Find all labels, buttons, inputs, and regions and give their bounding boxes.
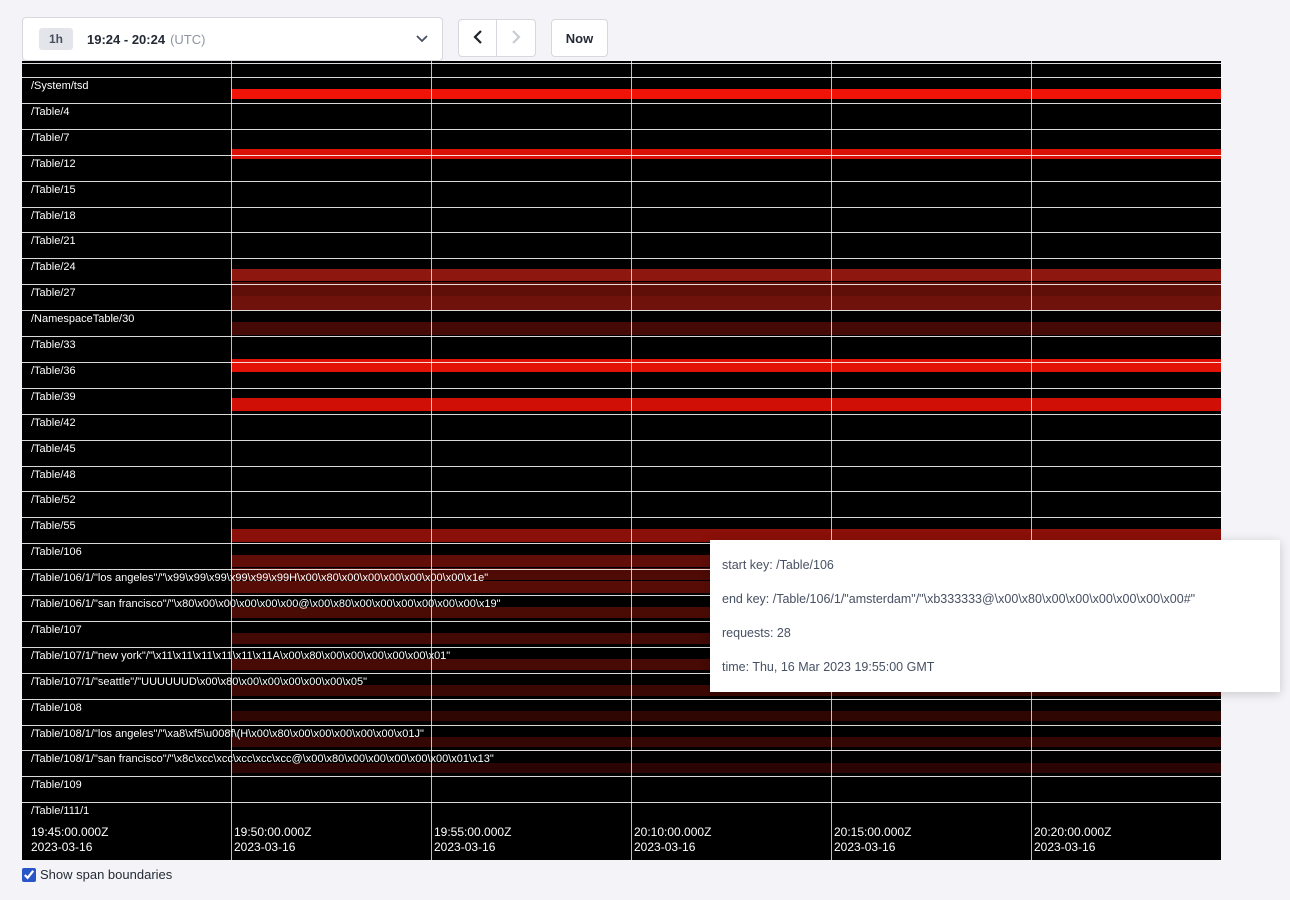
row-label: /Table/24	[31, 261, 76, 273]
row-label: /Table/12	[31, 158, 76, 170]
row-label: /Table/27	[31, 287, 76, 299]
span-boundaries-label: Show span boundaries	[40, 867, 172, 882]
row-label: /Table/42	[31, 417, 76, 429]
timezone-label: (UTC)	[170, 32, 205, 47]
row-label: /Table/55	[31, 520, 76, 532]
span-boundary-row: /Table/109	[22, 776, 1221, 802]
span-boundary-row: /System/tsd	[22, 77, 1221, 103]
row-label: /Table/107/1/"new york"/"\x11\x11\x11\x1…	[31, 650, 450, 662]
row-label: /Table/4	[31, 106, 70, 118]
span-boundary-row: /Table/18	[22, 207, 1221, 233]
x-axis-tick: 19:45:00.000Z2023-03-16	[31, 825, 108, 855]
time-nav-group	[458, 19, 536, 57]
x-axis-tick: 19:55:00.000Z2023-03-16	[434, 825, 511, 855]
row-label: /Table/106/1/"san francisco"/"\x80\x00\x…	[31, 598, 501, 610]
duration-badge: 1h	[39, 28, 73, 50]
now-button[interactable]: Now	[551, 19, 608, 57]
row-label: /Table/52	[31, 494, 76, 506]
span-boundary-row: /Table/33	[22, 336, 1221, 362]
span-boundary-row: /Table/7	[22, 129, 1221, 155]
tooltip-line: end key: /Table/106/1/"amsterdam"/"\xb33…	[722, 582, 1268, 616]
tooltip-line: requests: 28	[722, 616, 1268, 650]
x-axis-tick: 20:10:00.000Z2023-03-16	[634, 825, 711, 855]
span-boundary-row: /Table/4	[22, 103, 1221, 129]
span-boundary-row: /NamespaceTable/30	[22, 310, 1221, 336]
row-label: /Table/39	[31, 391, 76, 403]
span-boundary-row: /Table/108/1/"san francisco"/"\x8c\xcc\x…	[22, 750, 1221, 776]
tooltip-line: start key: /Table/106	[722, 548, 1268, 582]
row-label: /Table/21	[31, 235, 76, 247]
span-boundary-row: /Table/27	[22, 284, 1221, 310]
span-boundary-row: /Table/42	[22, 414, 1221, 440]
row-label: /Table/15	[31, 184, 76, 196]
row-label: /Table/45	[31, 443, 76, 455]
tooltip-line: time: Thu, 16 Mar 2023 19:55:00 GMT	[722, 650, 1268, 684]
span-boundary-row: /Table/108/1/"los angeles"/"\xa8\xf5\u00…	[22, 725, 1221, 751]
span-boundary-row: /Table/15	[22, 181, 1221, 207]
row-label: /Table/109	[31, 779, 82, 791]
time-range-selector[interactable]: 1h 19:24 - 20:24 (UTC)	[22, 17, 443, 61]
row-label: /Table/7	[31, 132, 70, 144]
span-boundary-row: /Table/108	[22, 699, 1221, 725]
row-label: /Table/106/1/"los angeles"/"\x99\x99\x99…	[31, 572, 488, 584]
span-boundaries-control: Show span boundaries	[22, 867, 172, 882]
span-boundary-row: /Table/12	[22, 155, 1221, 181]
span-boundaries-checkbox[interactable]	[22, 868, 36, 882]
span-boundary-row: /Table/48	[22, 466, 1221, 492]
row-label: /Table/111/1	[31, 805, 89, 817]
row-label: /Table/18	[31, 210, 76, 222]
row-label: /Table/108	[31, 702, 82, 714]
span-boundary-row: /Table/24	[22, 258, 1221, 284]
chevron-down-icon	[416, 35, 428, 43]
time-range-label: 19:24 - 20:24	[87, 32, 165, 47]
chevron-left-icon	[473, 29, 483, 48]
span-boundary-row: /Table/21	[22, 232, 1221, 258]
row-label: /Table/107/1/"seattle"/"UUUUUUD\x00\x80\…	[31, 676, 367, 688]
next-time-button[interactable]	[497, 19, 536, 57]
span-boundary-row: /Table/36	[22, 362, 1221, 388]
row-label: /Table/33	[31, 339, 76, 351]
span-boundary-row: /Table/39	[22, 388, 1221, 414]
row-label: /Table/108/1/"san francisco"/"\x8c\xcc\x…	[31, 753, 494, 765]
x-axis-tick: 20:20:00.000Z2023-03-16	[1034, 825, 1111, 855]
row-label: /Table/108/1/"los angeles"/"\xa8\xf5\u00…	[31, 728, 424, 740]
chevron-right-icon	[511, 29, 521, 48]
x-axis-tick: 20:15:00.000Z2023-03-16	[834, 825, 911, 855]
row-label: /Table/107	[31, 624, 82, 636]
span-boundary-row: /Table/52	[22, 491, 1221, 517]
row-label: /Table/36	[31, 365, 76, 377]
row-label: /Table/48	[31, 469, 76, 481]
toolbar: 1h 19:24 - 20:24 (UTC) Now	[22, 17, 608, 61]
heatmap-canvas[interactable]: /System/tsd/Table/4/Table/7/Table/12/Tab…	[22, 61, 1221, 860]
row-label: /NamespaceTable/30	[31, 313, 134, 325]
span-boundary-row: /Table/45	[22, 440, 1221, 466]
prev-time-button[interactable]	[458, 19, 497, 57]
row-label: /System/tsd	[31, 80, 88, 92]
x-axis-tick: 19:50:00.000Z2023-03-16	[234, 825, 311, 855]
row-label: /Table/106	[31, 546, 82, 558]
tooltip: start key: /Table/106end key: /Table/106…	[710, 540, 1280, 692]
